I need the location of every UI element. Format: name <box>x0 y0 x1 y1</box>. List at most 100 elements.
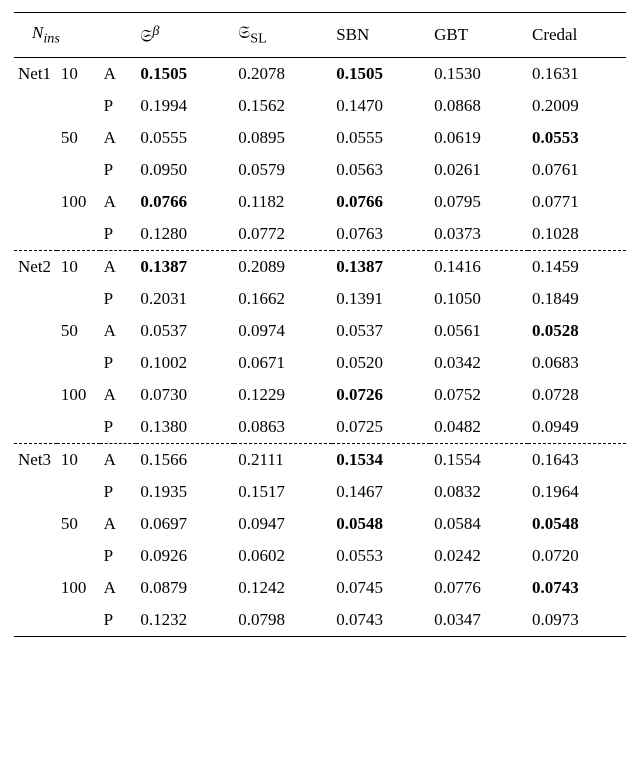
header-row: Nins 𝔖β 𝔖SL SBN GBT Credal <box>14 13 626 58</box>
net-cell <box>14 347 57 379</box>
net-cell <box>14 572 57 604</box>
value-cell: 0.0771 <box>528 186 626 218</box>
header-col-4: Credal <box>528 13 626 58</box>
net-cell <box>14 604 57 637</box>
value-cell: 0.0895 <box>234 122 332 154</box>
value-cell: 0.1459 <box>528 251 626 284</box>
value-cell: 0.0553 <box>528 122 626 154</box>
value-cell: 0.1566 <box>136 444 234 477</box>
value-cell: 0.1416 <box>430 251 528 284</box>
nins-cell: 50 <box>57 508 100 540</box>
nins-cell <box>57 218 100 251</box>
value-cell: 0.0720 <box>528 540 626 572</box>
value-cell: 0.0553 <box>332 540 430 572</box>
value-cell: 0.1643 <box>528 444 626 477</box>
nins-cell <box>57 154 100 186</box>
nins-cell: 100 <box>57 186 100 218</box>
value-cell: 0.1470 <box>332 90 430 122</box>
value-cell: 0.1562 <box>234 90 332 122</box>
value-cell: 0.2031 <box>136 283 234 315</box>
value-cell: 0.0728 <box>528 379 626 411</box>
value-cell: 0.0725 <box>332 411 430 444</box>
nins-cell: 10 <box>57 58 100 91</box>
table-row: 50A0.05550.08950.05550.06190.0553 <box>14 122 626 154</box>
ap-cell: P <box>100 154 137 186</box>
value-cell: 0.0766 <box>136 186 234 218</box>
table-row: Net310A0.15660.21110.15340.15540.1643 <box>14 444 626 477</box>
net-cell <box>14 186 57 218</box>
header-col-3: GBT <box>430 13 528 58</box>
value-cell: 0.0798 <box>234 604 332 637</box>
value-cell: 0.2009 <box>528 90 626 122</box>
net-cell <box>14 411 57 444</box>
ap-cell: A <box>100 58 137 91</box>
net-cell <box>14 315 57 347</box>
results-table: Nins 𝔖β 𝔖SL SBN GBT Credal Net110A0.1505… <box>14 12 626 637</box>
value-cell: 0.0342 <box>430 347 528 379</box>
net-cell <box>14 476 57 508</box>
value-cell: 0.0528 <box>528 315 626 347</box>
value-cell: 0.0555 <box>332 122 430 154</box>
nins-cell: 50 <box>57 315 100 347</box>
net-cell <box>14 218 57 251</box>
value-cell: 0.0766 <box>332 186 430 218</box>
value-cell: 0.0548 <box>528 508 626 540</box>
table-row: P0.09500.05790.05630.02610.0761 <box>14 154 626 186</box>
value-cell: 0.1534 <box>332 444 430 477</box>
value-cell: 0.0726 <box>332 379 430 411</box>
value-cell: 0.0548 <box>332 508 430 540</box>
table-row: P0.12320.07980.07430.03470.0973 <box>14 604 626 637</box>
ap-cell: P <box>100 476 137 508</box>
value-cell: 0.1994 <box>136 90 234 122</box>
table-row: 100A0.07660.11820.07660.07950.0771 <box>14 186 626 218</box>
ap-cell: A <box>100 315 137 347</box>
value-cell: 0.0949 <box>528 411 626 444</box>
net-cell <box>14 379 57 411</box>
net-cell <box>14 508 57 540</box>
header-col-0: 𝔖β <box>136 13 234 58</box>
header-nins: Nins <box>14 13 136 58</box>
value-cell: 0.0537 <box>332 315 430 347</box>
nins-cell: 100 <box>57 379 100 411</box>
value-cell: 0.1505 <box>136 58 234 91</box>
value-cell: 0.0482 <box>430 411 528 444</box>
nins-cell: 10 <box>57 444 100 477</box>
net-cell <box>14 122 57 154</box>
value-cell: 0.0832 <box>430 476 528 508</box>
net-cell: Net2 <box>14 251 57 284</box>
ap-cell: A <box>100 186 137 218</box>
value-cell: 0.0763 <box>332 218 430 251</box>
ap-cell: A <box>100 379 137 411</box>
value-cell: 0.0795 <box>430 186 528 218</box>
value-cell: 0.0373 <box>430 218 528 251</box>
value-cell: 0.0863 <box>234 411 332 444</box>
table-body: Net110A0.15050.20780.15050.15300.1631P0.… <box>14 58 626 637</box>
nins-cell: 50 <box>57 122 100 154</box>
value-cell: 0.0242 <box>430 540 528 572</box>
table-row: 100A0.08790.12420.07450.07760.0743 <box>14 572 626 604</box>
value-cell: 0.0974 <box>234 315 332 347</box>
net-cell <box>14 283 57 315</box>
value-cell: 0.0602 <box>234 540 332 572</box>
table-row: P0.19350.15170.14670.08320.1964 <box>14 476 626 508</box>
value-cell: 0.1002 <box>136 347 234 379</box>
net-cell <box>14 154 57 186</box>
value-cell: 0.0584 <box>430 508 528 540</box>
value-cell: 0.0772 <box>234 218 332 251</box>
nins-cell <box>57 347 100 379</box>
value-cell: 0.1662 <box>234 283 332 315</box>
value-cell: 0.0761 <box>528 154 626 186</box>
header-col-2: SBN <box>332 13 430 58</box>
value-cell: 0.0947 <box>234 508 332 540</box>
value-cell: 0.1232 <box>136 604 234 637</box>
value-cell: 0.0950 <box>136 154 234 186</box>
value-cell: 0.0752 <box>430 379 528 411</box>
value-cell: 0.1849 <box>528 283 626 315</box>
value-cell: 0.1467 <box>332 476 430 508</box>
table-row: 50A0.06970.09470.05480.05840.0548 <box>14 508 626 540</box>
value-cell: 0.1517 <box>234 476 332 508</box>
value-cell: 0.0347 <box>430 604 528 637</box>
ap-cell: P <box>100 347 137 379</box>
value-cell: 0.0563 <box>332 154 430 186</box>
value-cell: 0.0520 <box>332 347 430 379</box>
